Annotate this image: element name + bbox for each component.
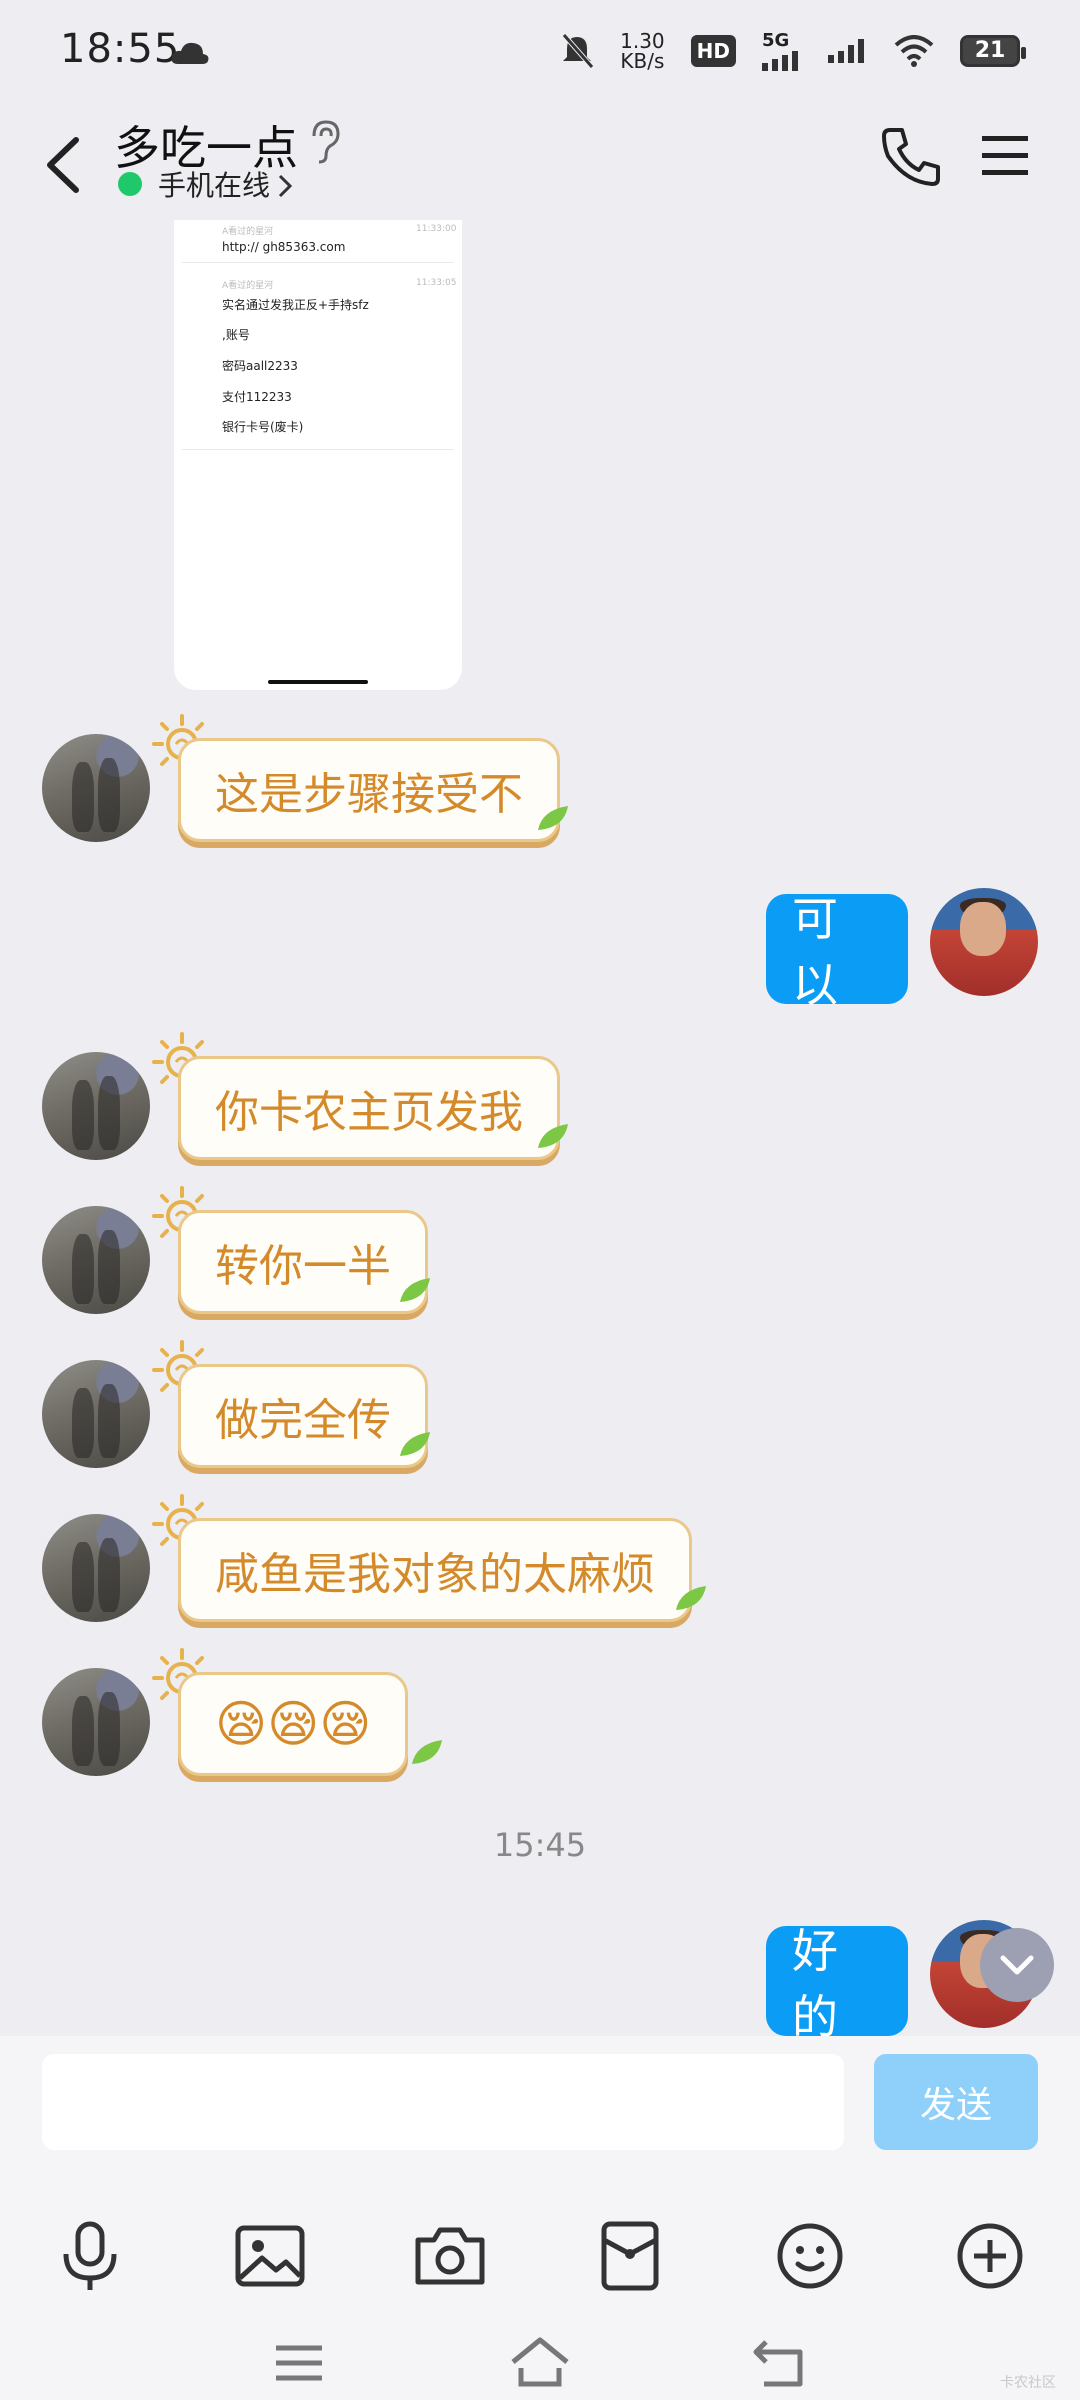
status-bar: 18:55 1.30 KB/s HD 5G 21	[0, 0, 1080, 110]
emoji-message-bubble[interactable]: 😪😪😪	[178, 1672, 409, 1776]
leaf-decoration-icon	[676, 1586, 706, 1610]
message-bubble[interactable]: 咸鱼是我对象的太麻烦	[178, 1518, 692, 1622]
red-packet-icon[interactable]	[590, 2216, 670, 2296]
voice-mic-icon[interactable]	[50, 2216, 130, 2296]
home-indicator	[268, 680, 368, 684]
plus-more-icon[interactable]	[950, 2216, 1030, 2296]
contact-avatar[interactable]	[42, 1206, 150, 1314]
mute-bell-icon	[562, 32, 595, 69]
message-bubble[interactable]: 这是步骤接受不	[178, 738, 560, 842]
menu-button[interactable]	[980, 128, 1030, 184]
signal-bars-2-icon	[828, 38, 864, 63]
leaf-decoration-icon	[538, 1124, 568, 1148]
recent-apps-icon[interactable]	[264, 2328, 334, 2398]
phone-call-button[interactable]	[880, 124, 940, 188]
chevron-right-icon[interactable]	[276, 172, 294, 200]
emoji-icon[interactable]	[770, 2216, 850, 2296]
watermark: 卡农社区	[1000, 2375, 1056, 2391]
message-bubble[interactable]: 转你一半	[178, 1210, 428, 1314]
signal-5g: 5G	[762, 30, 802, 71]
online-status[interactable]: 手机在线	[158, 164, 270, 204]
contact-avatar[interactable]	[42, 734, 150, 842]
leaf-decoration-icon	[400, 1432, 430, 1456]
message-input[interactable]	[42, 2054, 844, 2150]
ear-icon[interactable]	[306, 118, 342, 164]
leaf-decoration-icon	[538, 806, 568, 830]
contact-avatar[interactable]	[42, 1514, 150, 1622]
camera-icon[interactable]	[410, 2216, 490, 2296]
message-bubble[interactable]: 你卡农主页发我	[178, 1056, 560, 1160]
hd-badge: HD	[690, 34, 736, 67]
online-status-dot	[118, 172, 142, 196]
chevron-down-icon	[1000, 1955, 1034, 1975]
my-message-bubble[interactable]: 好的	[766, 1924, 908, 2044]
message-bubble[interactable]: 做完全传	[178, 1364, 428, 1468]
leaf-decoration-icon	[400, 1278, 430, 1302]
composer-bar: 发送 卡农社区	[0, 2036, 1080, 2400]
back-button[interactable]	[36, 130, 96, 200]
leaf-decoration-icon	[412, 1740, 442, 1764]
home-icon[interactable]	[505, 2328, 575, 2398]
message-timestamp: 15:45	[493, 1826, 587, 1864]
image-message[interactable]: A看过的星河 11:33:00 http:// gh85363.com A看过的…	[174, 220, 462, 690]
cloud-icon	[171, 42, 209, 64]
contact-avatar[interactable]	[42, 1668, 150, 1776]
my-avatar[interactable]	[930, 888, 1038, 996]
contact-avatar[interactable]	[42, 1052, 150, 1160]
contact-avatar[interactable]	[42, 1360, 150, 1468]
scroll-to-bottom-button[interactable]	[980, 1928, 1054, 2002]
status-icons: 1.30 KB/s HD 5G 21	[560, 28, 1026, 73]
net-speed: 1.30 KB/s	[620, 28, 665, 73]
battery-icon: 21	[960, 34, 1026, 67]
wifi-icon	[894, 34, 934, 67]
status-time: 18:55	[60, 26, 181, 72]
my-message-bubble[interactable]: 可以	[766, 892, 908, 1012]
send-button[interactable]: 发送	[874, 2054, 1038, 2150]
back-nav-icon[interactable]	[746, 2328, 816, 2398]
image-picker-icon[interactable]	[230, 2216, 310, 2296]
chat-header: 多吃一点 手机在线	[0, 110, 1080, 220]
signal-bars-icon	[762, 51, 798, 71]
